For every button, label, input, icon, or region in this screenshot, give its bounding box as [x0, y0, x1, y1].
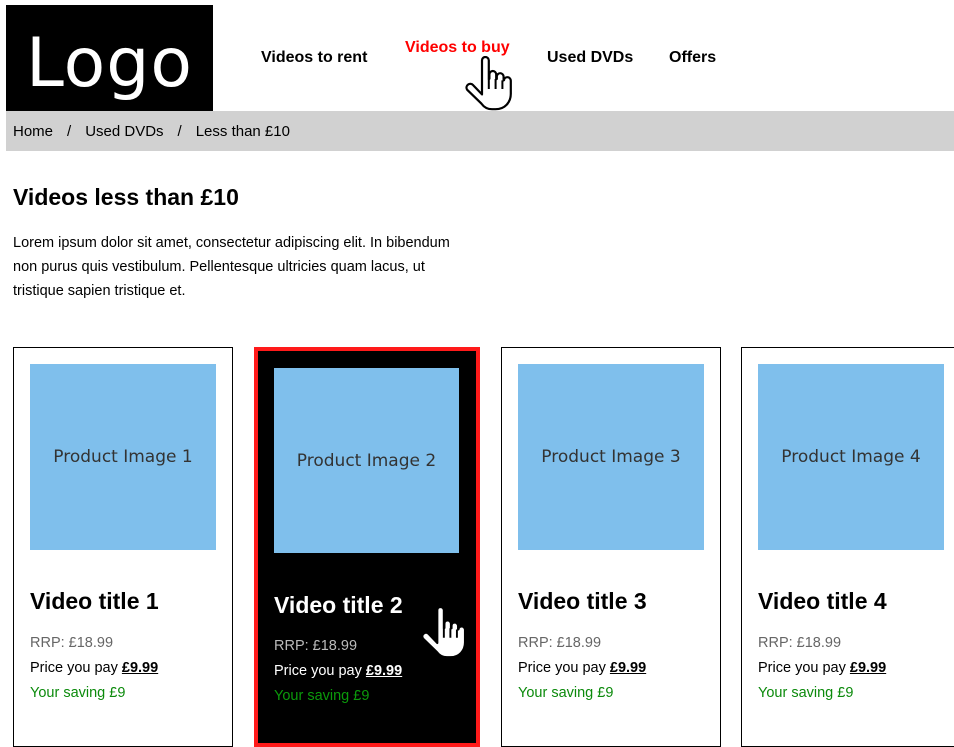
product-image-1: Product Image 1	[30, 364, 216, 550]
product-title[interactable]: Video title 2	[274, 592, 403, 619]
breadcrumb-used-dvds[interactable]: Used DVDs	[85, 123, 163, 140]
nav-offers[interactable]: Offers	[669, 49, 716, 67]
breadcrumb-current: Less than £10	[195, 122, 290, 140]
product-price-line: Price you pay £9.99	[518, 660, 646, 676]
price-label: Price you pay	[30, 660, 118, 676]
product-saving: Your saving £9	[758, 685, 854, 701]
product-saving: Your saving £9	[518, 685, 614, 701]
product-image-2: Product Image 2	[274, 368, 459, 553]
product-price-line: Price you pay £9.99	[274, 663, 402, 679]
hand-pointer-cursor-icon	[465, 56, 512, 111]
nav-videos-to-buy[interactable]: Videos to buy	[405, 39, 510, 57]
product-card-4[interactable]: Product Image 4 Video title 4 RRP: £18.9…	[741, 347, 954, 747]
price-label: Price you pay	[518, 660, 606, 676]
product-title[interactable]: Video title 3	[518, 588, 647, 615]
intro-text: Lorem ipsum dolor sit amet, consectetur …	[13, 235, 450, 299]
product-image-label: Product Image 3	[541, 447, 681, 467]
page-title: Videos less than £10	[13, 184, 239, 210]
product-rrp: RRP: £18.99	[30, 635, 114, 651]
product-image-label: Product Image 2	[296, 450, 437, 471]
product-price: £9.99	[609, 660, 647, 676]
product-image-4: Product Image 4	[758, 364, 944, 550]
product-rrp: RRP: £18.99	[518, 635, 602, 651]
product-rrp: RRP: £18.99	[274, 638, 358, 654]
product-price-line: Price you pay £9.99	[758, 660, 886, 676]
breadcrumb-separator: /	[67, 122, 72, 140]
price-label: Price you pay	[274, 663, 362, 679]
product-price-line: Price you pay £9.99	[30, 660, 158, 676]
product-card-3[interactable]: Product Image 3 Video title 3 RRP: £18.9…	[501, 347, 721, 747]
product-rrp: RRP: £18.99	[758, 635, 842, 651]
nav-used-dvds[interactable]: Used DVDs	[547, 49, 633, 67]
product-price: £9.99	[121, 660, 159, 676]
nav-videos-to-rent[interactable]: Videos to rent	[261, 49, 367, 67]
product-card-2[interactable]: Product Image 2 Video title 2 RRP: £18.9…	[254, 347, 480, 747]
logo[interactable]: Logo	[6, 5, 213, 111]
product-saving: Your saving £9	[274, 688, 370, 704]
breadcrumb-separator: /	[177, 122, 182, 140]
product-card-1[interactable]: Product Image 1 Video title 1 RRP: £18.9…	[13, 347, 233, 747]
breadcrumb: Home / Used DVDs / Less than £10	[6, 111, 954, 151]
product-image-label: Product Image 4	[781, 447, 921, 467]
price-label: Price you pay	[758, 660, 846, 676]
breadcrumb-home[interactable]: Home	[13, 123, 53, 140]
product-image-label: Product Image 1	[53, 447, 193, 467]
product-price: £9.99	[365, 663, 403, 679]
product-title[interactable]: Video title 1	[30, 588, 159, 615]
product-title[interactable]: Video title 4	[758, 588, 887, 615]
logo-text: Logo	[25, 24, 194, 103]
product-price: £9.99	[849, 660, 887, 676]
product-image-3: Product Image 3	[518, 364, 704, 550]
product-saving: Your saving £9	[30, 685, 126, 701]
